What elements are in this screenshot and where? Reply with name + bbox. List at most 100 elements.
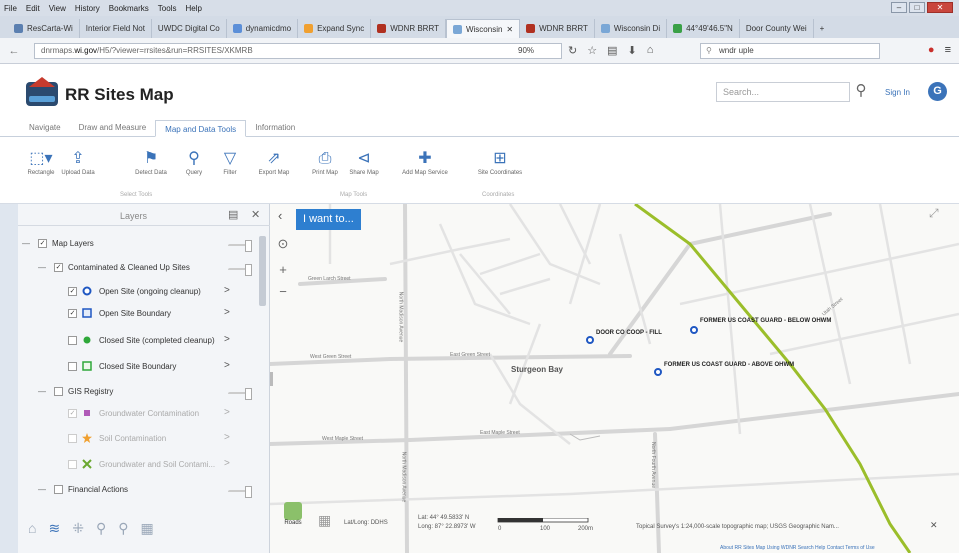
chevron-right-icon[interactable]: >: [224, 432, 230, 443]
maximize-button[interactable]: □: [909, 2, 925, 13]
app-search-input[interactable]: Search...: [716, 82, 850, 102]
layer-checkbox[interactable]: ✓: [38, 238, 47, 248]
browser-tab[interactable]: Expand Sync: [298, 19, 372, 38]
menu-edit[interactable]: Edit: [26, 4, 40, 13]
zoom-in-icon[interactable]: +: [275, 262, 291, 278]
chevron-right-icon[interactable]: >: [224, 360, 230, 371]
layer-checkbox[interactable]: [54, 386, 63, 396]
locate-icon[interactable]: ⊙: [275, 236, 291, 252]
layer-row[interactable]: — ✓ Contaminated & Cleaned Up Sites: [38, 258, 190, 276]
menu-bookmarks[interactable]: Bookmarks: [109, 4, 149, 13]
legend-icon[interactable]: ⁜: [72, 520, 84, 537]
layer-row[interactable]: ✓ Groundwater Contamination: [68, 404, 199, 422]
layer-row[interactable]: Groundwater and Soil Contami...: [68, 455, 215, 473]
browser-search-field[interactable]: ⚲ wndr uple: [700, 43, 880, 59]
library-icon[interactable]: ▤: [607, 44, 617, 57]
bookmark-star-icon[interactable]: ☆: [587, 44, 597, 57]
basemap-switcher[interactable]: Roads: [280, 502, 306, 542]
zoom-results-icon[interactable]: ⚲: [118, 520, 128, 537]
layer-checkbox[interactable]: ✓: [68, 408, 77, 418]
menu-history[interactable]: History: [75, 4, 100, 13]
layer-row[interactable]: — Financial Actions: [38, 480, 128, 498]
detect-data-button[interactable]: ⚑ Detect Data: [127, 148, 175, 176]
layer-checkbox[interactable]: ✓: [54, 262, 63, 272]
tab-information[interactable]: Information: [246, 119, 304, 136]
site-coordinates-button[interactable]: ⊞ Site Coordinates: [476, 148, 524, 176]
tab-draw-and-measure[interactable]: Draw and Measure: [70, 119, 156, 136]
layer-checkbox[interactable]: [68, 433, 77, 443]
browser-tab[interactable]: WDNR BRRT: [520, 19, 595, 38]
export-map-button[interactable]: ⇗ Export Map: [250, 148, 298, 176]
back-icon[interactable]: ←: [6, 43, 22, 59]
layer-row[interactable]: Closed Site (completed cleanup): [68, 331, 215, 349]
share-map-button[interactable]: ⊲ Share Map: [340, 148, 388, 176]
menu-file[interactable]: File: [4, 4, 17, 13]
upload-data-button[interactable]: ⇪ Upload Data: [54, 148, 102, 176]
chevron-right-icon[interactable]: >: [224, 334, 230, 345]
download-icon[interactable]: ⬇: [628, 44, 637, 57]
layer-checkbox[interactable]: [68, 361, 77, 371]
layers-scrollbar[interactable]: [259, 236, 266, 306]
tab-close-icon[interactable]: ✕: [506, 25, 513, 34]
layer-row[interactable]: Soil Contamination: [68, 429, 166, 447]
layer-row[interactable]: ✓ Open Site (ongoing cleanup): [68, 282, 201, 300]
layer-checkbox[interactable]: ✓: [68, 308, 77, 318]
layers-icon[interactable]: ≋: [48, 520, 60, 537]
browser-tab[interactable]: WDNR BRRT: [371, 19, 446, 38]
open-site-marker[interactable]: [586, 336, 594, 344]
tab-navigate[interactable]: Navigate: [20, 119, 70, 136]
layer-checkbox[interactable]: ✓: [68, 286, 77, 296]
opacity-slider[interactable]: [228, 264, 252, 276]
layer-row[interactable]: Closed Site Boundary: [68, 357, 176, 375]
chevron-right-icon[interactable]: >: [224, 307, 230, 318]
opacity-slider[interactable]: [228, 388, 252, 400]
hamburger-menu-icon[interactable]: ≡: [945, 44, 951, 56]
layer-checkbox[interactable]: [54, 484, 63, 494]
chevron-right-icon[interactable]: >: [224, 407, 230, 418]
browser-tab[interactable]: Door County Wei: [740, 19, 814, 38]
chevron-right-icon[interactable]: >: [224, 458, 230, 469]
sign-in-link[interactable]: Sign In: [885, 88, 910, 97]
browser-tab[interactable]: UWDC Digital Co: [152, 19, 227, 38]
menu-tools[interactable]: Tools: [158, 4, 177, 13]
collapse-icon[interactable]: —: [38, 263, 46, 272]
browser-tab[interactable]: ResCarta-Wi: [8, 19, 80, 38]
search-results-icon[interactable]: ⚲: [96, 520, 106, 537]
layer-row[interactable]: — GIS Registry: [38, 382, 113, 400]
home-icon[interactable]: ⌂: [647, 44, 654, 57]
zoom-out-icon[interactable]: −: [275, 284, 291, 300]
collapse-icon[interactable]: —: [38, 387, 46, 396]
add-map-service-button[interactable]: ✚ Add Map Service: [401, 148, 449, 176]
url-field[interactable]: dnrmaps.wi.gov/H5/?viewer=rrsites&run=RR…: [34, 43, 562, 59]
expand-map-icon[interactable]: ⤢: [929, 206, 939, 221]
open-site-marker[interactable]: [690, 326, 698, 334]
home-icon[interactable]: ⌂: [28, 520, 36, 536]
open-site-marker[interactable]: [654, 368, 662, 376]
user-avatar-icon[interactable]: G: [928, 82, 947, 101]
opacity-slider[interactable]: [228, 486, 252, 498]
minimize-button[interactable]: –: [891, 2, 907, 13]
layer-checkbox[interactable]: [68, 459, 77, 469]
addon-icon[interactable]: ●: [928, 44, 935, 56]
browser-tab-active[interactable]: Wisconsin ✕: [445, 19, 521, 38]
layer-checkbox[interactable]: [68, 335, 77, 345]
layer-row[interactable]: ✓ Open Site Boundary: [68, 304, 171, 322]
collapse-icon[interactable]: —: [22, 239, 30, 248]
filter-button[interactable]: ▽ Filter: [206, 148, 254, 176]
browser-tab[interactable]: 44°49'46.5"N: [667, 19, 740, 38]
menu-help[interactable]: Help: [185, 4, 201, 13]
new-tab-button[interactable]: +: [814, 19, 831, 38]
opacity-slider[interactable]: [228, 240, 252, 252]
collapse-icon[interactable]: —: [38, 485, 46, 494]
browser-tab[interactable]: dynamicdmo: [227, 19, 299, 38]
browser-tab[interactable]: Wisconsin Di: [595, 19, 668, 38]
footer-links[interactable]: About RR Sites Map Using WDNR Search Hel…: [720, 545, 875, 551]
close-panel-icon[interactable]: ✕: [251, 208, 260, 221]
menu-view[interactable]: View: [49, 4, 66, 13]
layer-row[interactable]: — ✓ Map Layers: [22, 234, 94, 252]
app-search-icon[interactable]: ⚲: [850, 80, 872, 102]
i-want-to-button[interactable]: I want to...: [296, 209, 361, 230]
chevron-right-icon[interactable]: >: [224, 285, 230, 296]
reload-icon[interactable]: ↻: [568, 44, 577, 57]
zoom-level[interactable]: 90%: [518, 46, 534, 55]
